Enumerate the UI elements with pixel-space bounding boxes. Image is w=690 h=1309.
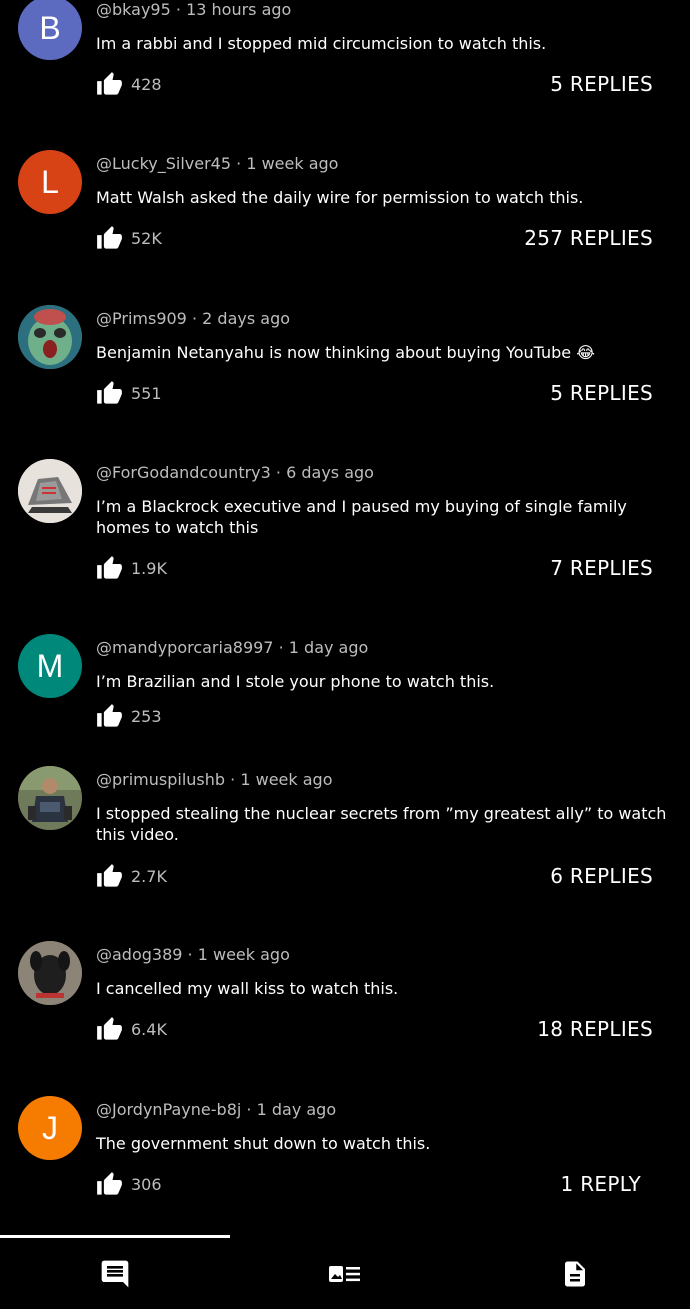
comment-time: 1 day ago: [256, 1100, 337, 1119]
comment-time: 2 days ago: [202, 309, 291, 328]
meta-separator: ·: [278, 638, 284, 657]
like-count: 1.9K: [131, 558, 167, 578]
thumbs-up-icon[interactable]: [96, 225, 123, 252]
meta-separator: ·: [191, 309, 198, 328]
comment-item: B @bkay95 · 13 hours ago Im a rabbi and …: [0, 0, 690, 150]
avatar[interactable]: L: [18, 150, 82, 214]
selected-tab-indicator: [0, 1235, 230, 1238]
comment-item: J @JordynPayne-b8j · 1 day ago The gover…: [0, 1096, 690, 1230]
thumbs-up-icon[interactable]: [96, 380, 123, 407]
comment-author[interactable]: @primuspilushb: [96, 770, 225, 789]
comment-author[interactable]: @Lucky_Silver45: [96, 154, 231, 173]
like-row: 52K: [96, 224, 162, 252]
comment-author[interactable]: @Prims909: [96, 309, 187, 328]
soldier-photo-image: [18, 766, 82, 830]
meta-separator: ·: [236, 154, 242, 173]
comment-item: @ForGodandcountry3 · 6 days ago I’m a Bl…: [0, 459, 690, 633]
like-count: 2.7K: [131, 866, 167, 886]
avatar[interactable]: [18, 305, 82, 369]
thumbs-up-icon[interactable]: [96, 1171, 123, 1198]
like-count: 6.4K: [131, 1019, 167, 1039]
bottom-navigation: [0, 1234, 690, 1309]
comment-time: 1 week ago: [197, 945, 290, 964]
avatar[interactable]: J: [18, 1096, 82, 1160]
comment-item: @adog389 · 1 week ago I cancelled my wal…: [0, 941, 690, 1095]
thumbs-up-icon[interactable]: [96, 555, 123, 582]
comment-time: 6 days ago: [286, 463, 374, 482]
like-row: 253: [96, 702, 162, 730]
like-count: 253: [131, 706, 162, 726]
like-count: 52K: [131, 228, 162, 248]
like-row: 428: [96, 70, 162, 98]
thumbs-up-icon[interactable]: [96, 71, 123, 98]
comment-author[interactable]: @ForGodandcountry3: [96, 463, 271, 482]
comment-text: I cancelled my wall kiss to watch this.: [96, 979, 399, 998]
comment-meta: @Lucky_Silver45 · 1 week ago: [96, 154, 338, 173]
comment-author[interactable]: @JordynPayne-b8j: [96, 1100, 241, 1119]
avatar[interactable]: [18, 941, 82, 1005]
replies-button[interactable]: 6 REPLIES: [550, 864, 653, 888]
avatar[interactable]: [18, 766, 82, 830]
like-count: 306: [131, 1174, 162, 1194]
comment-meta: @mandyporcaria8997 · 1 day ago: [96, 638, 368, 657]
comment-time: 1 day ago: [288, 638, 369, 657]
thumbs-up-icon[interactable]: [96, 863, 123, 890]
like-row: 551: [96, 379, 162, 407]
comment-time: 1 week ago: [246, 154, 339, 173]
replies-button[interactable]: 257 REPLIES: [524, 226, 653, 250]
like-row: 6.4K: [96, 1015, 167, 1043]
thumbs-up-icon[interactable]: [96, 703, 123, 730]
like-row: 1.9K: [96, 554, 167, 582]
meta-separator: ·: [187, 945, 193, 964]
document-icon: [560, 1259, 590, 1289]
comment-item: L @Lucky_Silver45 · 1 week ago Matt Wals…: [0, 150, 690, 304]
like-count: 428: [131, 74, 162, 94]
comment-text: I stopped stealing the nuclear secrets f…: [96, 804, 667, 844]
like-row: 306: [96, 1170, 162, 1198]
dog-photo-image: [18, 941, 82, 1005]
comment-author[interactable]: @bkay95: [96, 0, 171, 19]
comment-meta: @JordynPayne-b8j · 1 day ago: [96, 1100, 336, 1119]
comment-meta: @ForGodandcountry3 · 6 days ago: [96, 463, 374, 482]
comment-text: The government shut down to watch this.: [96, 1134, 431, 1153]
comment-text: I’m Brazilian and I stole your phone to …: [96, 672, 495, 691]
comment-time: 1 week ago: [240, 770, 333, 789]
meta-separator: ·: [246, 1100, 252, 1119]
sneaker-photo-image: [18, 459, 82, 523]
alien-face-image: [18, 305, 82, 369]
comment-item: @primuspilushb · 1 week ago I stopped st…: [0, 766, 690, 940]
comment-time: 13 hours ago: [186, 0, 292, 19]
replies-button[interactable]: 1 REPLY: [561, 1172, 641, 1196]
comment-meta: @bkay95 · 13 hours ago: [96, 0, 291, 19]
comment-author[interactable]: @adog389: [96, 945, 182, 964]
avatar[interactable]: [18, 459, 82, 523]
comment-author[interactable]: @mandyporcaria8997: [96, 638, 273, 657]
comment-meta: @primuspilushb · 1 week ago: [96, 770, 332, 789]
meta-separator: ·: [175, 0, 181, 19]
avatar[interactable]: B: [18, 0, 82, 60]
replies-button[interactable]: 7 REPLIES: [550, 556, 653, 580]
comment-text: Benjamin Netanyahu is now thinking about…: [96, 343, 595, 362]
comment-meta: @Prims909 · 2 days ago: [96, 309, 290, 328]
comment-text: I’m a Blackrock executive and I paused m…: [96, 497, 627, 537]
replies-button[interactable]: 5 REPLIES: [550, 381, 653, 405]
comment-text: Matt Walsh asked the daily wire for perm…: [96, 188, 584, 207]
tab-comments[interactable]: [0, 1254, 230, 1294]
thumbs-up-icon[interactable]: [96, 1016, 123, 1043]
comment-item: M @mandyporcaria8997 · 1 day ago I’m Bra…: [0, 634, 690, 758]
like-count: 551: [131, 383, 162, 403]
comment-item: @Prims909 · 2 days ago Benjamin Netanyah…: [0, 305, 690, 459]
tab-transcript[interactable]: [460, 1254, 690, 1294]
description-list-icon: [328, 1263, 362, 1285]
like-row: 2.7K: [96, 862, 167, 890]
replies-button[interactable]: 18 REPLIES: [537, 1017, 653, 1041]
avatar[interactable]: M: [18, 634, 82, 698]
tab-description[interactable]: [230, 1254, 460, 1294]
replies-button[interactable]: 5 REPLIES: [550, 72, 653, 96]
comments-icon: [99, 1258, 131, 1290]
meta-separator: ·: [230, 770, 236, 789]
meta-separator: ·: [275, 463, 281, 482]
comment-meta: @adog389 · 1 week ago: [96, 945, 290, 964]
comment-text: Im a rabbi and I stopped mid circumcisio…: [96, 34, 547, 53]
